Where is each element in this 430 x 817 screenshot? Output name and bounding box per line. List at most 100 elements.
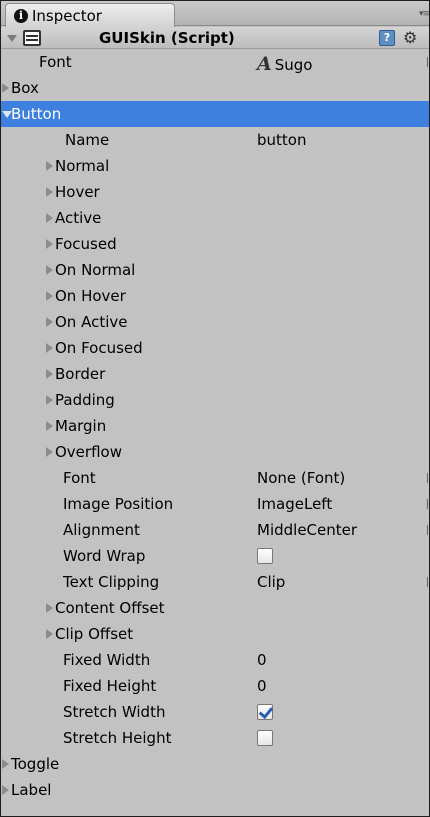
overflow-row[interactable]: Overflow [1, 439, 429, 465]
fixed-height-field[interactable]: 0 [257, 677, 267, 695]
state-normal[interactable]: Normal [1, 153, 429, 179]
alignment-dropdown[interactable]: MiddleCenter [257, 521, 357, 539]
state-label: On Normal [55, 261, 136, 279]
alignment-label: Alignment [63, 521, 140, 539]
foldout-collapsed-icon[interactable] [46, 395, 53, 405]
name-field[interactable]: button [257, 131, 306, 149]
font-value: Sugo [274, 56, 313, 74]
state-on-active[interactable]: On Active [1, 309, 429, 335]
stretch-height-label: Stretch Height [63, 729, 172, 747]
foldout-collapsed-icon[interactable] [46, 213, 53, 223]
fixed-width-field[interactable]: 0 [257, 651, 267, 669]
state-label: Padding [55, 391, 115, 409]
name-label: Name [65, 131, 110, 149]
script-header[interactable]: GUISkin (Script) ? ⚙ [1, 27, 429, 49]
section-box[interactable]: Box [1, 75, 429, 101]
state-label: On Active [55, 313, 128, 331]
gear-icon[interactable]: ⚙ [403, 28, 417, 47]
foldout-collapsed-icon[interactable] [46, 187, 53, 197]
tab-inspector[interactable]: i Inspector [5, 3, 175, 27]
foldout-collapsed-icon[interactable] [46, 343, 53, 353]
fixed-height-row[interactable]: Fixed Height 0 [1, 673, 429, 699]
foldout-collapsed-icon[interactable] [46, 447, 53, 457]
state-label: On Focused [55, 339, 143, 357]
section-button-label: Button [11, 105, 62, 123]
tab-menu-icon[interactable] [415, 7, 429, 19]
foldout-collapsed-icon[interactable] [46, 603, 53, 613]
state-on-focused[interactable]: On Focused [1, 335, 429, 361]
button-font-label: Font [63, 469, 96, 487]
stretch-width-label: Stretch Width [63, 703, 166, 721]
state-label: Margin [55, 417, 107, 435]
image-position-label: Image Position [63, 495, 174, 513]
state-label: Active [55, 209, 102, 227]
fixed-width-label: Fixed Width [63, 651, 151, 669]
info-icon: i [14, 8, 28, 23]
foldout-collapsed-icon[interactable] [2, 759, 9, 769]
image-position-dropdown[interactable]: ImageLeft [257, 495, 332, 513]
state-hover[interactable]: Hover [1, 179, 429, 205]
fixed-width-row[interactable]: Fixed Width 0 [1, 647, 429, 673]
border-row[interactable]: Border [1, 361, 429, 387]
script-icon [23, 30, 41, 46]
word-wrap-label: Word Wrap [63, 547, 146, 565]
font-asset-icon: A [257, 53, 272, 75]
font-label: Font [39, 53, 72, 71]
section-button[interactable]: Button [1, 101, 429, 127]
tab-label: Inspector [32, 6, 102, 25]
text-clipping-label: Text Clipping [63, 573, 160, 591]
inspector-panel: i Inspector GUISkin (Script) ? ⚙ Font AS… [0, 0, 430, 817]
content-offset-row[interactable]: Content Offset [1, 595, 429, 621]
state-label: Normal [55, 157, 110, 175]
component-title: GUISkin (Script) [99, 29, 235, 47]
stretch-height-row[interactable]: Stretch Height [1, 725, 429, 751]
foldout-collapsed-icon[interactable] [2, 785, 9, 795]
state-on-normal[interactable]: On Normal [1, 257, 429, 283]
foldout-collapsed-icon[interactable] [46, 629, 53, 639]
word-wrap-row[interactable]: Word Wrap [1, 543, 429, 569]
clip-offset-row[interactable]: Clip Offset [1, 621, 429, 647]
alignment-row[interactable]: Alignment MiddleCenter [1, 517, 429, 543]
section-label[interactable]: Label [1, 777, 429, 803]
margin-row[interactable]: Margin [1, 413, 429, 439]
foldout-collapsed-icon[interactable] [46, 161, 53, 171]
help-icon[interactable]: ? [379, 30, 395, 46]
foldout-collapsed-icon[interactable] [46, 239, 53, 249]
foldout-collapsed-icon[interactable] [46, 291, 53, 301]
state-active[interactable]: Active [1, 205, 429, 231]
name-row[interactable]: Name button [1, 127, 429, 153]
clip-offset-label: Clip Offset [55, 625, 134, 643]
section-label-label: Label [11, 781, 52, 799]
button-font-row[interactable]: Font None (Font) [1, 465, 429, 491]
image-position-row[interactable]: Image Position ImageLeft [1, 491, 429, 517]
content-offset-label: Content Offset [55, 599, 165, 617]
button-font-field[interactable]: None (Font) [257, 469, 345, 487]
foldout-expanded-icon[interactable] [7, 35, 17, 42]
state-focused[interactable]: Focused [1, 231, 429, 257]
text-clipping-dropdown[interactable]: Clip [257, 573, 285, 591]
state-label: Focused [55, 235, 117, 253]
padding-row[interactable]: Padding [1, 387, 429, 413]
foldout-collapsed-icon[interactable] [46, 265, 53, 275]
font-field[interactable]: A Sugo [257, 53, 312, 75]
stretch-width-row[interactable]: Stretch Width [1, 699, 429, 725]
section-toggle[interactable]: Toggle [1, 751, 429, 777]
state-on-hover[interactable]: On Hover [1, 283, 429, 309]
section-toggle-label: Toggle [11, 755, 60, 773]
stretch-width-checkbox[interactable] [257, 704, 273, 720]
foldout-collapsed-icon[interactable] [46, 317, 53, 327]
stretch-height-checkbox[interactable] [257, 730, 273, 746]
font-row[interactable]: Font A Sugo [1, 49, 429, 75]
tab-bar: i Inspector [1, 1, 429, 27]
state-label: Border [55, 365, 106, 383]
foldout-collapsed-icon[interactable] [46, 369, 53, 379]
section-box-label: Box [11, 79, 39, 97]
foldout-collapsed-icon[interactable] [2, 83, 9, 93]
state-label: On Hover [55, 287, 126, 305]
state-label: Overflow [55, 443, 122, 461]
foldout-collapsed-icon[interactable] [46, 421, 53, 431]
state-label: Hover [55, 183, 100, 201]
text-clipping-row[interactable]: Text Clipping Clip [1, 569, 429, 595]
word-wrap-checkbox[interactable] [257, 548, 273, 564]
fixed-height-label: Fixed Height [63, 677, 157, 695]
